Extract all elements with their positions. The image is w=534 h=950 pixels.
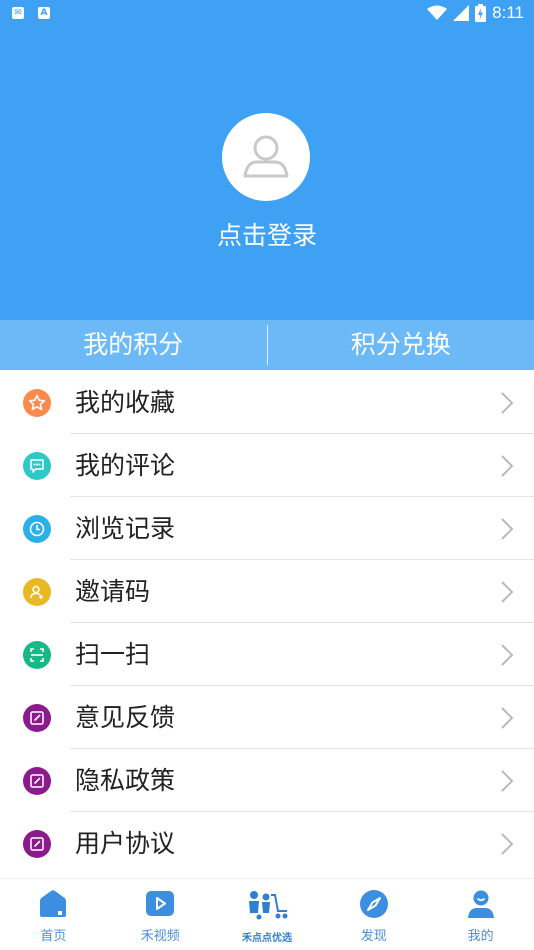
app-notification-icon: A <box>38 7 50 19</box>
edit-icon <box>23 830 51 858</box>
points-exchange-button[interactable]: 积分兑换 <box>268 320 534 370</box>
menu-item-label: 我的评论 <box>75 451 176 480</box>
video-play-icon <box>146 891 175 916</box>
login-link[interactable]: 点击登录 <box>0 216 534 252</box>
chevron-right-icon <box>501 644 514 666</box>
menu-item-favorites[interactable]: 我的收藏 <box>0 371 534 434</box>
settings-menu: 我的收藏 我的评论 浏览记录 邀请码 扫一扫 意见反馈 隐私政策 用户协议 <box>0 371 534 875</box>
avatar[interactable] <box>222 113 310 201</box>
wifi-icon <box>427 5 448 20</box>
tab-discover[interactable]: 发现 <box>320 879 427 950</box>
tab-shop[interactable]: 禾点点优选 <box>214 879 321 950</box>
scan-icon <box>23 641 51 669</box>
chevron-right-icon <box>501 581 514 603</box>
menu-item-label: 扫一扫 <box>75 640 151 669</box>
menu-item-label: 隐私政策 <box>75 766 176 795</box>
tab-mine[interactable]: 我的 <box>427 879 534 950</box>
menu-item-comments[interactable]: 我的评论 <box>0 434 534 497</box>
invite-user-icon <box>23 578 51 606</box>
chevron-right-icon <box>501 518 514 540</box>
user-profile-icon <box>467 890 494 918</box>
chevron-right-icon <box>501 833 514 855</box>
menu-item-history[interactable]: 浏览记录 <box>0 497 534 560</box>
bottom-tab-bar: 首页 禾视频 禾点点优选 发现 我的 <box>0 878 534 950</box>
chevron-right-icon <box>501 392 514 414</box>
default-user-icon <box>243 135 289 178</box>
home-icon <box>40 890 67 917</box>
menu-item-label: 邀请码 <box>75 577 151 606</box>
my-points-button[interactable]: 我的积分 <box>0 320 267 370</box>
chevron-right-icon <box>501 455 514 477</box>
shopping-cart-family-icon <box>248 891 288 920</box>
menu-item-label: 我的收藏 <box>75 388 176 417</box>
status-notifications: ✉ A <box>12 7 50 19</box>
menu-item-label: 意见反馈 <box>75 703 176 732</box>
menu-item-label: 用户协议 <box>75 829 176 858</box>
tab-label: 我的 <box>467 929 494 944</box>
comment-icon <box>23 452 51 480</box>
tab-video[interactable]: 禾视频 <box>107 879 214 950</box>
status-bar: ✉ A 8:11 <box>0 0 534 28</box>
battery-icon <box>475 4 487 22</box>
points-divider <box>266 325 268 365</box>
mail-notification-icon: ✉ <box>12 7 24 19</box>
menu-item-invite-code[interactable]: 邀请码 <box>0 560 534 623</box>
status-indicators: 8:11 <box>427 3 524 23</box>
menu-item-feedback[interactable]: 意见反馈 <box>0 686 534 749</box>
profile-header: 点击登录 <box>0 28 534 320</box>
edit-icon <box>23 767 51 795</box>
points-bar: 我的积分 积分兑换 <box>0 320 534 370</box>
menu-item-label: 浏览记录 <box>75 514 176 543</box>
edit-icon <box>23 704 51 732</box>
signal-icon <box>453 5 470 21</box>
clock-icon <box>23 515 51 543</box>
tab-label: 禾点点优选 <box>241 933 292 944</box>
menu-item-privacy-policy[interactable]: 隐私政策 <box>0 749 534 812</box>
tab-label: 禾视频 <box>140 929 180 944</box>
menu-item-user-agreement[interactable]: 用户协议 <box>0 812 534 875</box>
chevron-right-icon <box>501 770 514 792</box>
tab-home[interactable]: 首页 <box>0 879 107 950</box>
star-icon <box>23 389 51 417</box>
chevron-right-icon <box>501 707 514 729</box>
status-time: 8:11 <box>492 3 524 22</box>
tab-label: 首页 <box>40 929 67 944</box>
tab-label: 发现 <box>360 929 387 944</box>
compass-icon <box>359 890 388 918</box>
menu-item-scan[interactable]: 扫一扫 <box>0 623 534 686</box>
